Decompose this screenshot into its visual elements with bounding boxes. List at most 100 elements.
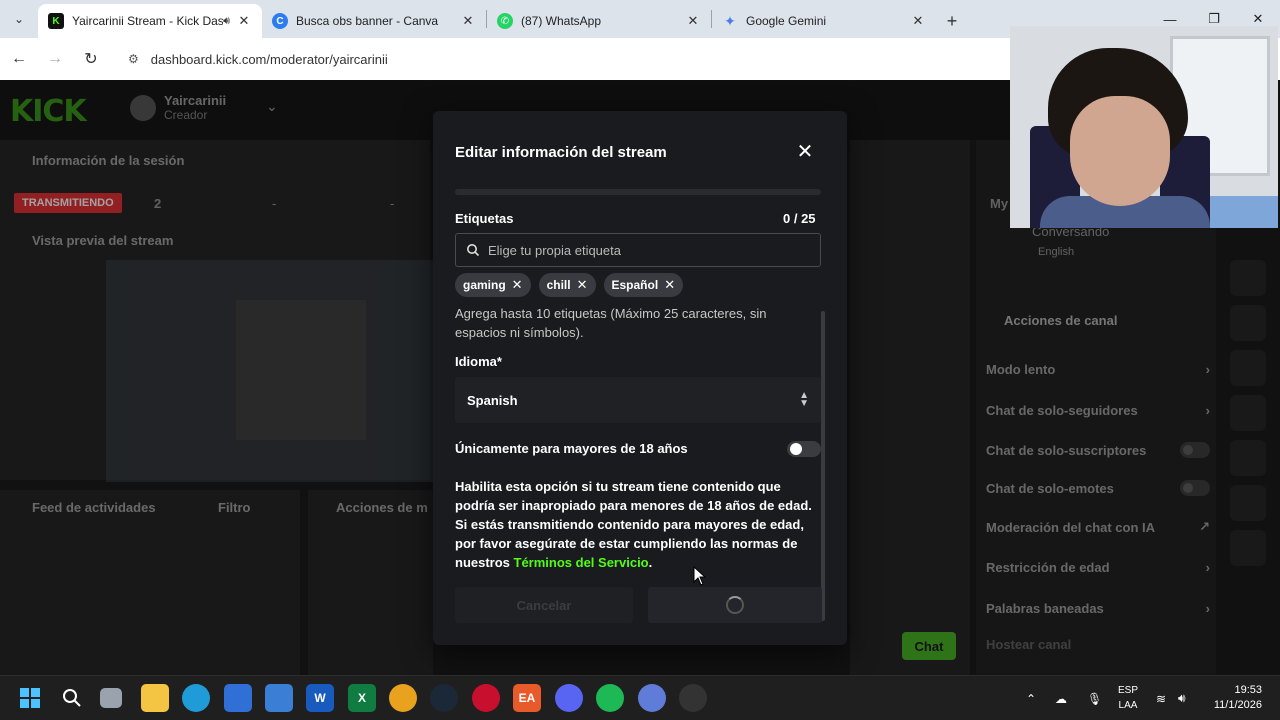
- lang-bottom: LAA: [1118, 700, 1138, 711]
- word-icon[interactable]: W: [306, 684, 334, 712]
- tool-icon[interactable]: [1230, 260, 1266, 296]
- chevron-right-icon: ›: [1205, 403, 1210, 418]
- action-emotes-only[interactable]: Chat de solo-emotes: [986, 480, 1210, 496]
- webcam-background-object: [1210, 196, 1278, 228]
- chevron-down-icon[interactable]: ⌄: [266, 98, 278, 115]
- action-subscribers-only[interactable]: Chat de solo-suscriptores: [986, 442, 1210, 458]
- wrench-icon[interactable]: [1230, 530, 1266, 566]
- action-ai-moderation[interactable]: Moderación del chat con IA ↗: [986, 519, 1210, 535]
- loading-spinner-icon: [726, 596, 744, 614]
- action-label: Modo lento: [986, 362, 1056, 377]
- remove-tag-icon[interactable]: ✕: [512, 277, 523, 293]
- tags-label: Etiquetas: [455, 211, 514, 226]
- tags-help-text: Agrega hasta 10 etiquetas (Máximo 25 car…: [455, 306, 767, 340]
- tab-gemini[interactable]: ✦ Google Gemini ✕: [712, 4, 936, 38]
- tag-search-field[interactable]: [455, 233, 821, 267]
- tab-kick[interactable]: K Yaircarinii Stream - Kick Das 🔊︎ ✕: [38, 4, 262, 38]
- steam-icon[interactable]: [430, 684, 458, 712]
- action-followers-only[interactable]: Chat de solo-seguidores ›: [986, 403, 1210, 418]
- close-icon[interactable]: ✕: [795, 141, 815, 163]
- back-icon[interactable]: ←: [2, 42, 36, 76]
- adult-toggle[interactable]: [787, 441, 821, 457]
- webcam-person-face: [1070, 96, 1170, 206]
- opera-icon[interactable]: [472, 684, 500, 712]
- cloud-icon[interactable]: ☁︎: [1055, 676, 1067, 720]
- feed-title: Feed de actividades: [32, 500, 156, 515]
- url-field[interactable]: ⚙︎ dashboard.kick.com/moderator/yaircari…: [118, 43, 1098, 75]
- toggle-switch[interactable]: [1180, 480, 1210, 496]
- save-button[interactable]: [648, 587, 822, 623]
- action-banned-words[interactable]: Palabras baneadas ›: [986, 601, 1210, 616]
- chrome-profile-icon[interactable]: [638, 684, 666, 712]
- gemini-favicon-icon: ✦: [724, 12, 736, 29]
- wifi-icon[interactable]: ≋: [1156, 676, 1166, 720]
- lightning-icon[interactable]: [1230, 305, 1266, 341]
- remove-tag-icon[interactable]: ✕: [577, 277, 588, 293]
- feed-filter[interactable]: Filtro: [218, 500, 251, 515]
- mail-icon[interactable]: [224, 684, 252, 712]
- close-tab-icon[interactable]: ✕: [460, 13, 476, 29]
- right-tool-rail: [1230, 260, 1268, 575]
- tray-chevron-icon[interactable]: ⌃: [1026, 676, 1036, 720]
- kick-favicon-icon: K: [48, 13, 64, 29]
- tag-search-input[interactable]: [488, 242, 808, 258]
- chat-send-button[interactable]: Chat: [902, 632, 956, 660]
- radio-icon[interactable]: [1230, 440, 1266, 476]
- action-slow-mode[interactable]: Modo lento ›: [986, 362, 1210, 377]
- adult-description: Habilita esta opción si tu stream tiene …: [455, 477, 821, 572]
- spotify-icon[interactable]: [596, 684, 624, 712]
- excel-icon[interactable]: X: [348, 684, 376, 712]
- webcam-overlay: [1010, 26, 1278, 228]
- chevron-right-icon: ›: [1205, 601, 1210, 616]
- toggle-switch[interactable]: [1180, 442, 1210, 458]
- input-language[interactable]: ESP LAA: [1114, 683, 1142, 713]
- windows-start-icon[interactable]: [16, 684, 44, 712]
- forward-icon[interactable]: →: [38, 42, 72, 76]
- file-explorer-icon[interactable]: [141, 684, 169, 712]
- tab-canva[interactable]: C Busca obs banner - Canva ✕: [262, 4, 486, 38]
- tab-whatsapp[interactable]: ✆ (87) WhatsApp ✕: [487, 4, 711, 38]
- terms-link[interactable]: Términos del Servicio: [514, 555, 649, 570]
- volume-icon[interactable]: 🔊︎: [1178, 676, 1186, 720]
- language-select[interactable]: Spanish ▲ ▼: [455, 377, 821, 423]
- chrome-icon[interactable]: [389, 684, 417, 712]
- search-icon[interactable]: [58, 684, 86, 712]
- system-clock[interactable]: 19:53 11/1/2026: [1200, 683, 1262, 713]
- chat-icon[interactable]: [1230, 395, 1266, 431]
- windows-taskbar: W X EA ⌃ ☁︎ 🎙︎ ESP LAA ≋ 🔊︎ 19:53 11/1/2…: [0, 675, 1280, 720]
- speaker-icon[interactable]: 🔊︎: [223, 15, 230, 28]
- edge-icon[interactable]: [182, 684, 210, 712]
- url-text: dashboard.kick.com/moderator/yaircarinii: [150, 51, 388, 67]
- session-title: Información de la sesión: [32, 153, 185, 168]
- action-age-restriction[interactable]: Restricción de edad ›: [986, 560, 1210, 575]
- new-tab-button[interactable]: +: [936, 4, 968, 38]
- mouse-cursor-icon: [693, 566, 707, 586]
- reload-icon[interactable]: ↻: [74, 42, 108, 76]
- microphone-icon[interactable]: 🎙︎: [1087, 676, 1102, 720]
- close-tab-icon[interactable]: ✕: [236, 13, 252, 29]
- whatsapp-favicon-icon: ✆: [497, 13, 513, 29]
- tag-chip: chill ✕: [538, 273, 596, 297]
- tab-search-chevron-icon[interactable]: ⌄: [0, 0, 38, 38]
- action-host-channel[interactable]: Hostear canal: [986, 637, 1210, 652]
- obs-icon[interactable]: [679, 684, 707, 712]
- terms-suffix: .: [648, 555, 653, 570]
- cancel-button[interactable]: Cancelar: [455, 587, 633, 623]
- avatar: [130, 94, 156, 121]
- kick-logo[interactable]: KICK: [10, 94, 87, 129]
- task-view-icon[interactable]: [100, 688, 122, 708]
- stream-preview: [106, 260, 436, 482]
- ea-app-icon[interactable]: EA: [513, 684, 541, 712]
- site-info-icon[interactable]: ⚙︎: [128, 52, 139, 66]
- store-icon[interactable]: [265, 684, 293, 712]
- remove-tag-icon[interactable]: ✕: [664, 277, 675, 293]
- document-icon[interactable]: [1230, 350, 1266, 386]
- chevron-right-icon: ›: [1205, 362, 1210, 377]
- layout-icon[interactable]: [1230, 485, 1266, 521]
- user-switcher[interactable]: Yaircarinii Creador: [130, 93, 226, 122]
- toggle-knob: [790, 443, 802, 455]
- discord-icon[interactable]: [555, 684, 583, 712]
- close-tab-icon[interactable]: ✕: [910, 13, 926, 29]
- modal-scrollbar[interactable]: [821, 311, 825, 621]
- close-tab-icon[interactable]: ✕: [685, 13, 701, 29]
